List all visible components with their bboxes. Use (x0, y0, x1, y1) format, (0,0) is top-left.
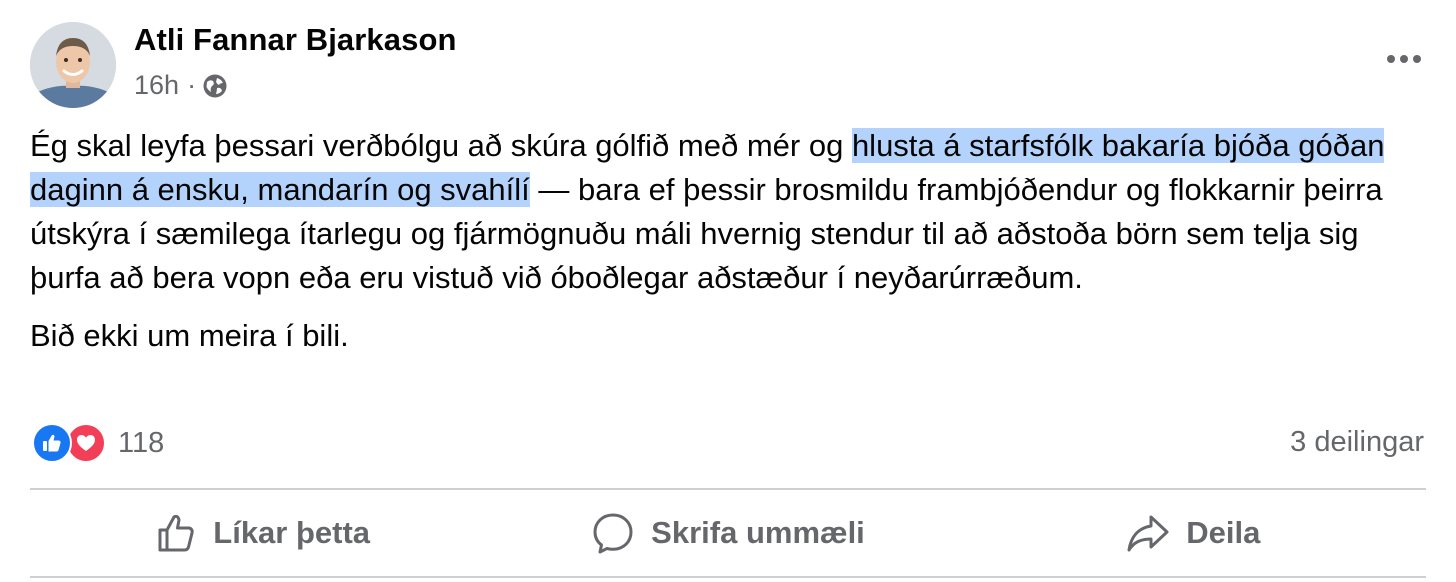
divider (30, 576, 1426, 578)
reactions-summary[interactable]: 118 (32, 423, 164, 463)
post-paragraph: Bið ekki um meira í bili. (30, 318, 349, 353)
like-button[interactable]: Líkar þetta (30, 490, 495, 576)
like-label: Líkar þetta (213, 515, 371, 550)
comment-label: Skrifa ummæli (651, 515, 865, 550)
globe-icon[interactable] (202, 73, 228, 99)
post-paragraph: Ég skal leyfa þessari verðbólgu að skúra… (30, 124, 1430, 300)
comment-button[interactable]: Skrifa ummæli (495, 490, 960, 576)
author-avatar[interactable] (30, 22, 116, 108)
share-button[interactable]: Deila (961, 490, 1426, 576)
like-reaction-icon (32, 423, 72, 463)
share-label: Deila (1186, 515, 1261, 550)
more-options-icon[interactable] (1386, 44, 1422, 74)
share-arrow-icon (1127, 515, 1169, 552)
paragraph-text: Ég skal leyfa þessari verðbólgu að skúra… (30, 128, 852, 163)
post-actions-bar: Líkar þetta Skrifa ummæli Deila (30, 490, 1426, 576)
love-reaction-icon (66, 423, 106, 463)
post-timestamp[interactable]: 16h (134, 70, 179, 101)
comment-icon (593, 513, 633, 554)
share-count[interactable]: 3 deilingar (1290, 426, 1424, 459)
post-body: Ég skal leyfa þessari verðbólgu að skúra… (30, 124, 1430, 358)
post-meta: 16h · (134, 70, 228, 101)
author-name[interactable]: Atli Fannar Bjarkason (134, 22, 457, 58)
meta-separator: · (187, 70, 197, 100)
thumbs-up-icon (158, 514, 194, 552)
reaction-count: 118 (118, 426, 165, 459)
